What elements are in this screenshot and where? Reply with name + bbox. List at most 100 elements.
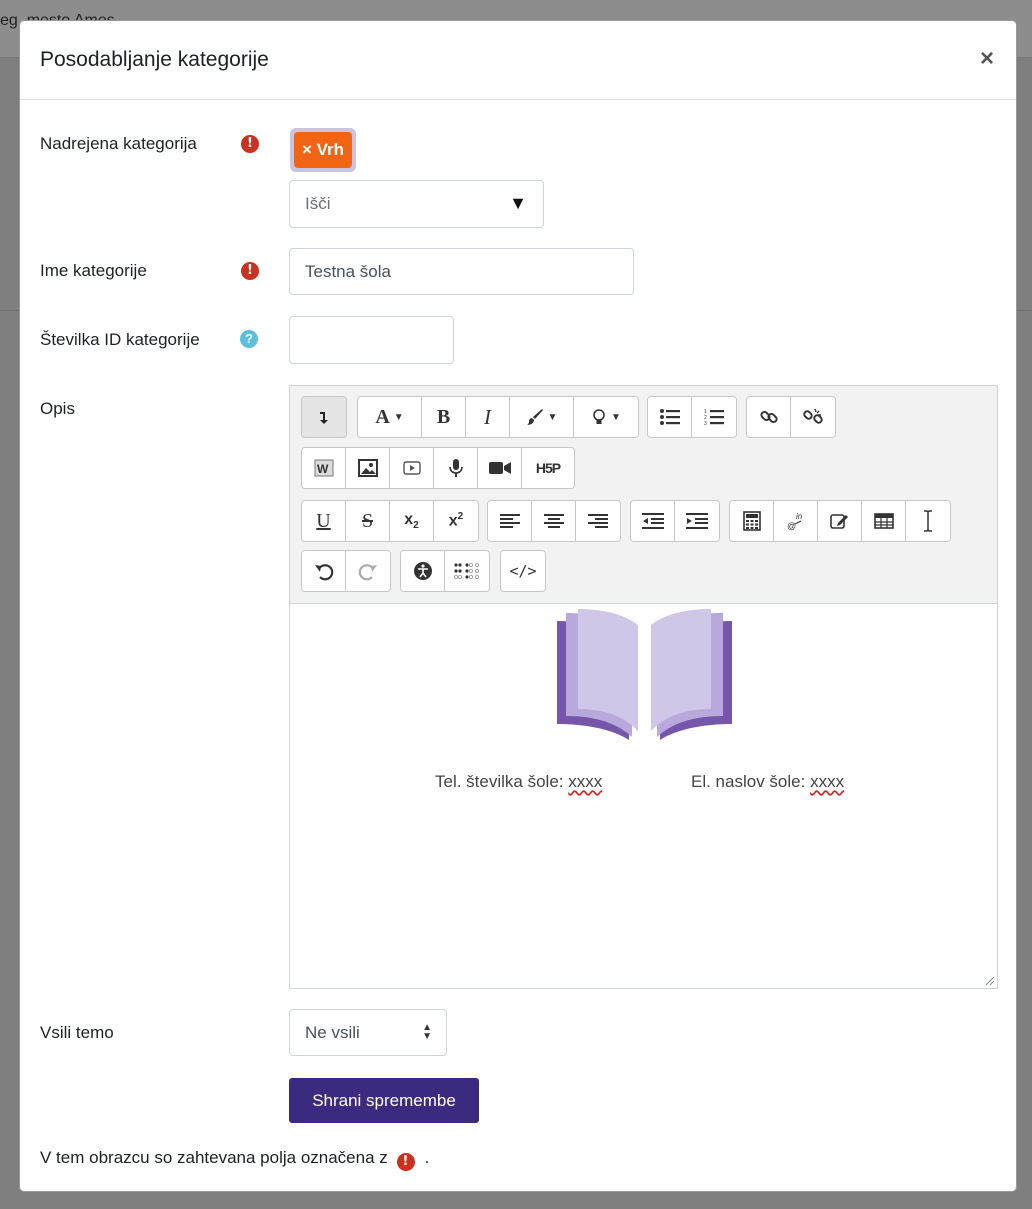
insert-table-button[interactable] xyxy=(862,501,906,541)
toolbar-group-media: W H5P xyxy=(301,447,575,489)
screen-reader-helper-button[interactable] xyxy=(445,551,489,591)
description-editor: A ▼ B I ▼ ▼ 123 W H5P U S x2 x2 in @ </>… xyxy=(289,385,998,989)
open-book-icon xyxy=(557,609,732,740)
help-icon[interactable]: ? xyxy=(240,330,258,348)
unlink-icon xyxy=(803,408,823,424)
modal-title: Posodabljanje kategorije xyxy=(40,48,269,71)
bullet-list-icon xyxy=(659,409,680,425)
undo-button[interactable] xyxy=(302,551,346,591)
required-icon: ! xyxy=(241,135,259,153)
show-more-buttons[interactable] xyxy=(302,397,346,437)
align-center-button[interactable] xyxy=(532,501,576,541)
toolbar-group-accessibility xyxy=(400,550,490,592)
media-icon xyxy=(402,461,421,475)
strikethrough-icon: S xyxy=(361,509,374,532)
svg-text:3: 3 xyxy=(704,421,707,426)
category-id-input[interactable] xyxy=(289,316,454,364)
link-button[interactable] xyxy=(747,397,791,437)
search-placeholder: Išči xyxy=(305,194,331,213)
outdent-button[interactable] xyxy=(631,501,675,541)
toolbar-group-indent xyxy=(630,500,720,542)
save-changes-button[interactable]: Shrani spremembe xyxy=(289,1078,479,1123)
svg-text:@: @ xyxy=(787,521,796,531)
word-import-button[interactable]: W xyxy=(302,448,346,488)
code-icon: </> xyxy=(509,562,537,580)
category-name-input[interactable]: Testna šola xyxy=(289,248,634,295)
table-icon xyxy=(873,513,894,529)
clear-formatting-button[interactable] xyxy=(906,501,950,541)
link-icon xyxy=(759,410,778,424)
align-right-button[interactable] xyxy=(576,501,620,541)
background-color-button[interactable]: ▼ xyxy=(574,397,638,437)
align-center-icon xyxy=(543,514,564,528)
toolbar-group-insert: in @ xyxy=(729,500,951,542)
force-theme-value: Ne vsili xyxy=(305,1022,360,1042)
bold-icon: B xyxy=(436,405,451,428)
video-camera-icon xyxy=(488,462,511,474)
subscript-button[interactable]: x2 xyxy=(390,501,434,541)
h5p-icon: H5P xyxy=(535,460,561,476)
dropdown-caret-icon[interactable]: ▼ xyxy=(509,193,527,214)
parent-category-search[interactable]: Išči ▼ xyxy=(289,180,544,228)
manage-files-button[interactable] xyxy=(818,501,862,541)
numbered-list-icon: 123 xyxy=(704,409,724,426)
accessibility-checker-button[interactable] xyxy=(401,551,445,591)
svg-text:in: in xyxy=(796,512,803,521)
resize-handle-icon[interactable] xyxy=(985,976,995,986)
toolbar-group-history xyxy=(301,550,391,592)
toolbar-group-style: A ▼ B I ▼ ▼ xyxy=(357,396,639,438)
italic-button[interactable]: I xyxy=(466,397,510,437)
insert-media-button[interactable] xyxy=(390,448,434,488)
force-theme-select[interactable]: Ne vsili ▲ ▼ xyxy=(289,1009,447,1056)
close-button[interactable]: × xyxy=(980,47,994,71)
word-icon: W xyxy=(314,459,333,477)
force-theme-label: Vsili temo xyxy=(40,1023,114,1042)
required-icon: ! xyxy=(241,262,259,280)
underline-button[interactable]: U xyxy=(302,501,346,541)
lightbulb-icon xyxy=(593,409,605,424)
subscript-icon: x2 xyxy=(404,510,419,532)
indent-button[interactable] xyxy=(675,501,719,541)
bold-button[interactable]: B xyxy=(422,397,466,437)
braille-icon xyxy=(454,563,479,579)
special-character-button[interactable]: in @ xyxy=(774,501,818,541)
align-left-icon xyxy=(499,514,520,528)
category-id-label: Številka ID kategorije xyxy=(40,330,200,349)
school-phone: Tel. številka šole: xxxx xyxy=(435,772,603,791)
unordered-list-button[interactable] xyxy=(648,397,692,437)
arrow-down-return-icon xyxy=(320,412,328,424)
superscript-icon: x2 xyxy=(448,511,464,530)
editor-content[interactable]: Tel. številka šole: xxxx El. naslov šole… xyxy=(290,605,997,988)
ordered-list-button[interactable]: 123 xyxy=(692,397,736,437)
redo-icon xyxy=(358,564,377,581)
align-right-icon xyxy=(588,514,608,528)
insert-image-button[interactable] xyxy=(346,448,390,488)
record-video-button[interactable] xyxy=(478,448,522,488)
category-name-label: Ime kategorije xyxy=(40,261,147,280)
superscript-button[interactable]: x2 xyxy=(434,501,478,541)
required-fields-note: V tem obrazcu so zahtevana polja označen… xyxy=(40,1148,430,1171)
strikethrough-button[interactable]: S xyxy=(346,501,390,541)
record-audio-button[interactable] xyxy=(434,448,478,488)
toolbar-group-align xyxy=(487,500,621,542)
svg-text:W: W xyxy=(317,462,329,476)
accessibility-icon xyxy=(413,562,432,580)
required-icon: ! xyxy=(396,1153,415,1171)
h5p-button[interactable]: H5P xyxy=(522,448,574,488)
parent-category-tag[interactable]: × Vrh xyxy=(294,132,352,168)
undo-icon xyxy=(314,564,333,581)
underline-icon: U xyxy=(316,509,331,532)
equation-button[interactable] xyxy=(730,501,774,541)
html-source-button[interactable]: </> xyxy=(501,551,545,591)
font-color-button[interactable]: ▼ xyxy=(510,397,574,437)
microphone-icon xyxy=(448,459,463,477)
toolbar-group-links xyxy=(746,396,836,438)
special-character-icon: in@ xyxy=(787,512,803,531)
font-style-button[interactable]: A ▼ xyxy=(358,397,422,437)
unlink-button[interactable] xyxy=(791,397,835,437)
text-cursor-icon xyxy=(924,510,932,532)
redo-button[interactable] xyxy=(346,551,390,591)
selected-tag-focus: × Vrh xyxy=(290,128,356,172)
image-icon xyxy=(357,459,378,477)
align-left-button[interactable] xyxy=(488,501,532,541)
